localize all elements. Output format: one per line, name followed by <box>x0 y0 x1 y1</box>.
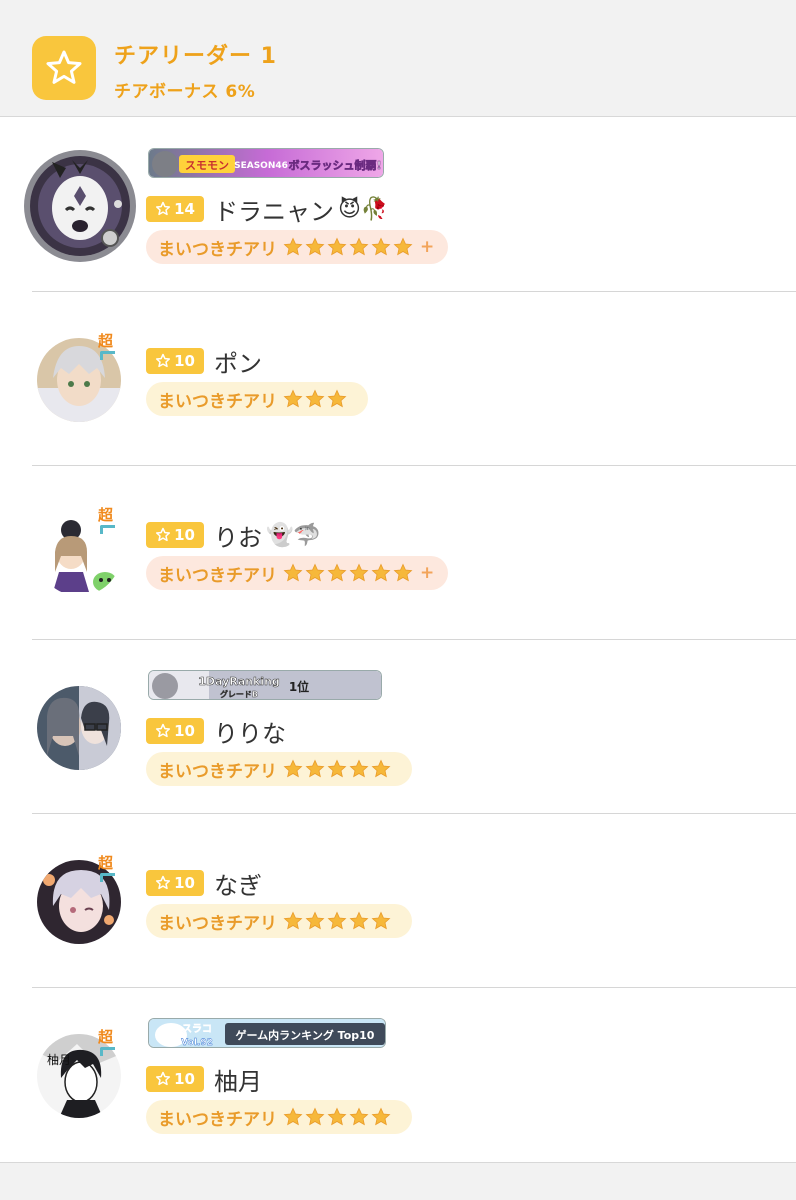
star-outline-icon <box>156 875 171 890</box>
svg-text:ゲーム内ランキング Top10: ゲーム内ランキング Top10 <box>236 1028 375 1042</box>
star-icon <box>349 759 369 778</box>
svg-text:柚月: 柚月 <box>47 1052 71 1067</box>
svg-text:ボスラッシュ制覇!: ボスラッシュ制覇! <box>288 158 381 172</box>
svg-text:グレードB: グレードB <box>220 689 258 699</box>
star-outline-icon <box>156 1071 171 1086</box>
user-name: りりな <box>214 720 286 748</box>
level-badge: 10 <box>146 348 204 374</box>
star-icon <box>327 237 347 256</box>
cheer-rank-badge: まいつきチアリ <box>146 752 412 786</box>
svg-text:1DayRanking: 1DayRanking <box>198 675 280 688</box>
star-icon <box>393 237 413 256</box>
star-icon <box>371 563 391 582</box>
star-icon <box>371 911 391 930</box>
cheer-stars <box>283 389 347 409</box>
cheer-rank-badge: まいつきチアリ <box>146 904 412 938</box>
star-outline-icon <box>156 353 171 368</box>
cheer-stars <box>283 759 391 779</box>
cheer-stars <box>283 237 413 257</box>
list-item[interactable]: 1DayRanking グレードB 1位 10 りりなまいつきチアリ <box>0 640 796 814</box>
cheer-rank-badge: まいつきチアリ <box>146 382 368 416</box>
avatar <box>37 686 121 770</box>
level-badge: 10 <box>146 718 204 744</box>
star-icon <box>393 563 413 582</box>
level-badge: 14 <box>146 196 204 222</box>
cheerleader-header: チアリーダー 1 チアボーナス 6% <box>0 0 796 117</box>
avatar-frame <box>24 150 136 262</box>
level-badge: 10 <box>146 870 204 896</box>
user-name: なぎ <box>214 872 262 900</box>
star-icon <box>371 237 391 256</box>
star-icon <box>349 911 369 930</box>
user-name: りお 👻🦈 <box>214 523 321 552</box>
level-badge: 10 <box>146 522 204 548</box>
cheer-stars <box>283 1107 391 1127</box>
name-emoji: 👻🦈 <box>266 523 321 548</box>
cheerleader-list: スモモン SEASON46 ボスラッシュ制覇! 14 ドラニャン 😈🥀 まいつき… <box>0 118 796 1162</box>
name-emoji: 😈🥀 <box>338 197 389 222</box>
star-icon <box>305 911 325 930</box>
achievement-banner: 1DayRanking グレードB 1位 <box>148 670 382 700</box>
svg-text:スモモン: スモモン <box>185 159 229 172</box>
cheer-stars <box>283 911 391 931</box>
super-badge: 超 <box>98 854 116 882</box>
svg-text:スラコ: スラコ <box>182 1023 212 1035</box>
user-name: 柚月 <box>214 1068 262 1096</box>
star-icon <box>371 759 391 778</box>
cheer-rank-badge: まいつきチアリ + <box>146 556 449 590</box>
star-icon <box>327 911 347 930</box>
star-icon <box>305 759 325 778</box>
star-icon <box>305 237 325 256</box>
star-icon <box>283 389 303 408</box>
super-badge: 超 <box>98 1028 116 1056</box>
star-outline-icon <box>156 201 171 216</box>
cheer-bonus-text: チアボーナス 6% <box>114 82 256 102</box>
star-icon <box>305 563 325 582</box>
star-outline-icon <box>156 723 171 738</box>
achievement-banner: スラコ Vol.92 ゲーム内ランキング Top10 <box>148 1018 386 1048</box>
star-icon <box>327 1107 347 1126</box>
footer <box>0 1162 796 1200</box>
star-icon <box>305 1107 325 1126</box>
star-icon <box>327 389 347 408</box>
list-item[interactable]: 超 10 なぎまいつきチアリ <box>0 814 796 988</box>
list-item[interactable]: 超 10 りお 👻🦈 まいつきチアリ + <box>0 466 796 640</box>
star-icon <box>283 237 303 256</box>
svg-text:Vol.92: Vol.92 <box>181 1038 213 1048</box>
star-icon <box>32 36 96 100</box>
star-icon <box>349 563 369 582</box>
star-icon <box>283 759 303 778</box>
svg-text:SEASON46: SEASON46 <box>234 161 288 171</box>
user-name: ポン <box>214 350 262 378</box>
cheer-rank-badge: まいつきチアリ + <box>146 230 449 264</box>
star-icon <box>327 759 347 778</box>
star-icon <box>283 563 303 582</box>
star-icon <box>349 1107 369 1126</box>
cheer-stars <box>283 563 413 583</box>
list-item[interactable]: 柚月 超 スラコ Vol.92 ゲーム内ランキング Top10 10 柚月まいつきチアリ <box>0 988 796 1162</box>
super-badge: 超 <box>98 506 116 534</box>
level-badge: 10 <box>146 1066 204 1092</box>
star-icon <box>349 237 369 256</box>
super-badge: 超 <box>98 332 116 360</box>
list-item[interactable]: 超 10 ポンまいつきチアリ <box>0 292 796 466</box>
star-icon <box>283 1107 303 1126</box>
star-icon <box>305 389 325 408</box>
svg-text:1位: 1位 <box>289 679 309 694</box>
list-item[interactable]: スモモン SEASON46 ボスラッシュ制覇! 14 ドラニャン 😈🥀 まいつき… <box>0 118 796 292</box>
star-icon <box>327 563 347 582</box>
star-icon <box>283 911 303 930</box>
star-icon <box>371 1107 391 1126</box>
star-outline-icon <box>156 527 171 542</box>
header-title: チアリーダー 1 <box>114 44 277 69</box>
cheer-rank-badge: まいつきチアリ <box>146 1100 412 1134</box>
user-name: ドラニャン 😈🥀 <box>214 197 389 226</box>
achievement-banner: スモモン SEASON46 ボスラッシュ制覇! <box>148 148 384 178</box>
